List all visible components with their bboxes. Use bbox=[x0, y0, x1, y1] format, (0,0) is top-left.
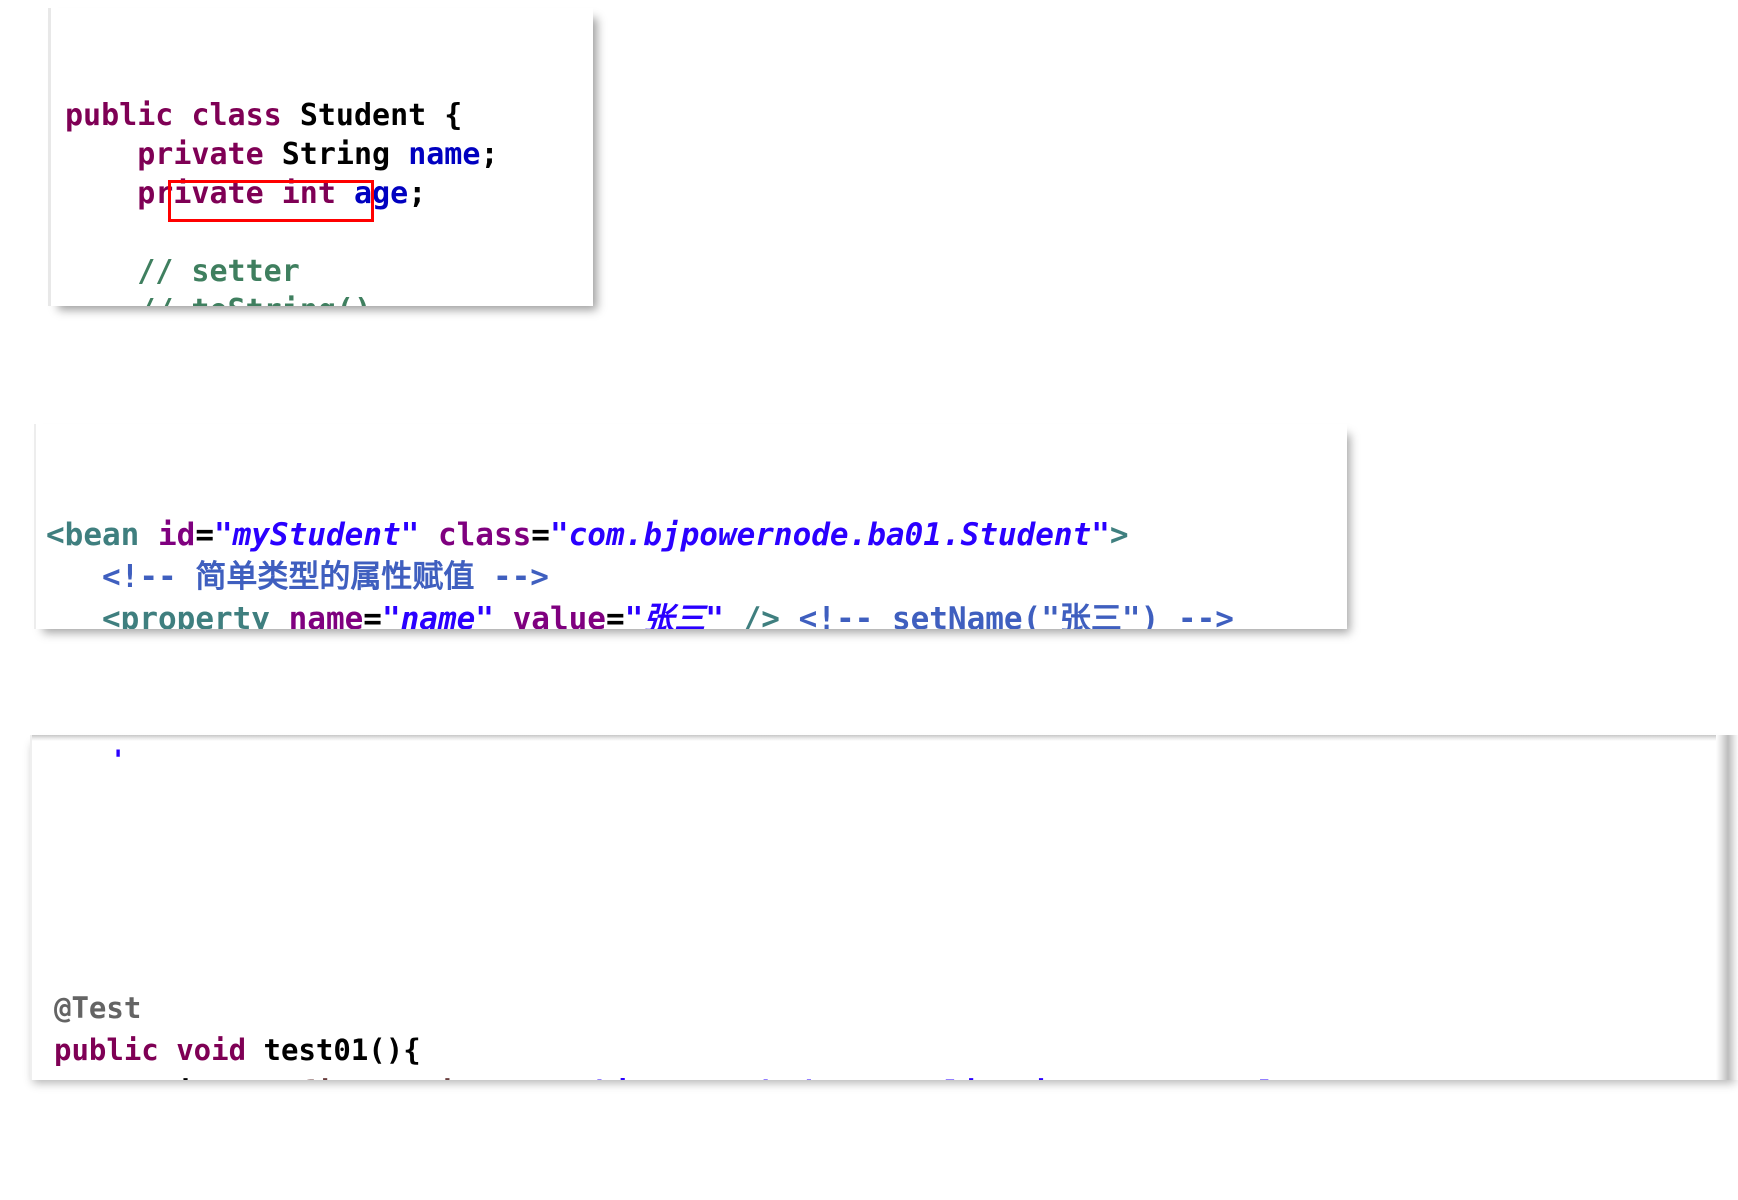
code-line: <property name="name" value="张三" /> <!--… bbox=[46, 598, 1347, 629]
code-token: name bbox=[408, 137, 481, 172]
code-token: /> bbox=[723, 601, 780, 629]
code-line: public void test01(){ bbox=[54, 1029, 1738, 1071]
code-line: // toString() bbox=[65, 291, 593, 306]
code-block-spring-xml: <bean id="myStudent" class="com.bjpowern… bbox=[34, 424, 1347, 629]
code-line: private int age; bbox=[65, 174, 593, 213]
code-token: = bbox=[491, 1075, 508, 1080]
code-token: <bean bbox=[46, 517, 158, 553]
vertical-scrollbar[interactable] bbox=[1716, 735, 1738, 1080]
code-token: "com.bjpowernode.ba01.Student" bbox=[549, 517, 1110, 553]
code-token: = bbox=[531, 517, 550, 553]
code-token: int bbox=[281, 176, 354, 211]
code-block-junit-test: ' @Test public void test01(){ String conf… bbox=[30, 735, 1738, 1080]
code-token: void bbox=[176, 1033, 264, 1067]
code-line: public class Student { bbox=[65, 96, 593, 135]
code-token: id bbox=[157, 517, 196, 553]
code-block-student-class: public class Student { private String na… bbox=[48, 8, 593, 306]
code-token: <!-- setName("张三") --> bbox=[798, 601, 1234, 629]
code-token: "name" bbox=[381, 601, 494, 629]
code-token: = bbox=[363, 601, 382, 629]
code-token: "张三" bbox=[624, 601, 724, 629]
code-token: // setter bbox=[137, 254, 300, 289]
code-token: <!-- 简单类型的属性赋值 --> bbox=[102, 559, 549, 595]
code-token: > bbox=[1109, 517, 1129, 553]
code-token: "com/bjpowernode/ba01/applicationContext… bbox=[508, 1075, 1294, 1080]
code-line: @Test bbox=[54, 987, 1738, 1029]
code-token: String bbox=[281, 137, 409, 172]
screenshot-page: public class Student { private String na… bbox=[0, 0, 1738, 1200]
code-token: configLocation bbox=[246, 1075, 490, 1080]
card-top-edge bbox=[32, 735, 1738, 741]
code-token: ; bbox=[1294, 1075, 1311, 1080]
code-lines-xml: <bean id="myStudent" class="com.bjpowern… bbox=[46, 514, 1347, 629]
code-token: value bbox=[512, 601, 606, 629]
code-token: class bbox=[191, 98, 300, 133]
code-token: ; bbox=[480, 137, 499, 172]
code-line: // setter bbox=[65, 252, 593, 291]
code-line: <bean id="myStudent" class="com.bjpowern… bbox=[46, 514, 1347, 556]
stray-quote-mark: ' bbox=[110, 745, 127, 776]
code-token: private bbox=[137, 137, 282, 172]
code-line: private String name; bbox=[65, 135, 593, 174]
code-line bbox=[65, 213, 593, 252]
code-token: Student { bbox=[299, 98, 463, 133]
code-token: <property bbox=[102, 601, 289, 629]
code-token: @Test bbox=[54, 991, 142, 1025]
code-token: age bbox=[354, 176, 409, 211]
code-token: = bbox=[605, 601, 625, 629]
code-token: "myStudent" bbox=[213, 517, 420, 553]
code-token: private bbox=[137, 176, 282, 211]
code-token: = bbox=[195, 517, 214, 553]
code-line: String configLocation="com/bjpowernode/b… bbox=[54, 1071, 1738, 1080]
code-token: test01(){ bbox=[263, 1033, 421, 1067]
code-token: class bbox=[437, 517, 532, 553]
code-token: ; bbox=[408, 176, 427, 211]
code-token: public bbox=[54, 1033, 177, 1067]
code-token: public bbox=[65, 98, 192, 133]
code-lines-student: public class Student { private String na… bbox=[65, 96, 593, 306]
code-token: // toString() bbox=[137, 293, 372, 306]
code-token: name bbox=[288, 601, 364, 629]
code-lines-test: @Test public void test01(){ String config… bbox=[54, 987, 1738, 1080]
code-token: String bbox=[124, 1075, 246, 1080]
code-line: <!-- 简单类型的属性赋值 --> bbox=[46, 556, 1347, 598]
